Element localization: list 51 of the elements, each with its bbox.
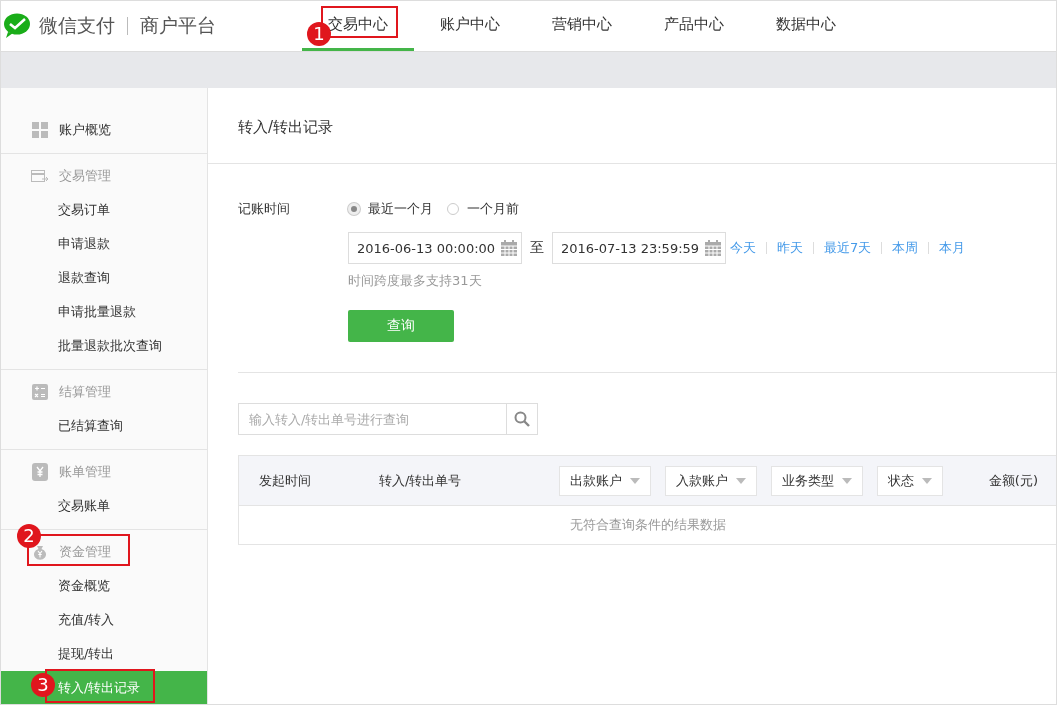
radio-option[interactable]: 最近一个月	[348, 200, 433, 218]
brand-name: 微信支付	[39, 13, 115, 38]
nav-tab[interactable]: 产品中心	[638, 1, 750, 51]
sidebar-item[interactable]: 交易订单	[1, 193, 207, 227]
caret-down-icon	[630, 477, 640, 484]
money-bag-icon	[31, 544, 49, 560]
caret-down-icon	[842, 477, 852, 484]
sidebar-item[interactable]: 交易账单	[1, 489, 207, 523]
filter-dropdown[interactable]: 状态	[877, 465, 943, 496]
sidebar-item[interactable]: 批量退款批次查询	[1, 329, 207, 363]
grid-icon	[31, 122, 49, 138]
range-separator: 至	[530, 239, 544, 257]
calendar-icon	[501, 240, 517, 256]
sidebar-item[interactable]: 账户概览	[1, 113, 207, 147]
filter-dropdown[interactable]: 入款账户	[665, 465, 757, 496]
column-header: 转入/转出单号	[379, 471, 463, 490]
column-header: 金额(元)	[988, 471, 1039, 490]
sidebar-item[interactable]: 已结算查询	[1, 409, 207, 443]
column-header: 发起时间	[259, 471, 312, 490]
sidebar-item[interactable]: 申请退款	[1, 227, 207, 261]
filter-dropdown[interactable]: 出款账户	[559, 465, 651, 496]
card-icon	[31, 170, 49, 182]
sidebar-section-title: 账单管理	[1, 455, 207, 489]
search-button[interactable]	[507, 403, 538, 435]
search-field[interactable]: 输入转入/转出单号进行查询	[238, 403, 507, 435]
sidebar-item[interactable]: 申请批量退款	[1, 295, 207, 329]
yen-bill-icon	[31, 463, 49, 481]
nav-tab[interactable]: 营销中心	[526, 1, 638, 51]
radio-option[interactable]: 一个月前	[447, 200, 519, 218]
page-title: 转入/转出记录	[208, 88, 1056, 164]
empty-message: 无符合查询条件的结果数据	[568, 516, 727, 534]
nav-tab[interactable]: 账户中心	[414, 1, 526, 51]
sidebar-item[interactable]: 提现/转出	[1, 637, 207, 671]
field-label: 记账时间	[238, 200, 291, 218]
filter-dropdown[interactable]: 业务类型	[771, 465, 863, 496]
nav-tab[interactable]: 数据中心	[750, 1, 862, 51]
sidebar-item[interactable]: 资金概览	[1, 569, 207, 603]
calculator-icon	[31, 384, 49, 400]
hint-text: 时间跨度最多支持31天	[348, 272, 483, 290]
date-field[interactable]: 2016-07-13 23:59:59	[552, 232, 726, 264]
calendar-icon	[705, 240, 721, 256]
caret-down-icon	[922, 477, 932, 484]
sidebar-section-title: 交易管理	[1, 159, 207, 193]
platform-name: 商户平台	[140, 13, 216, 38]
sidebar-item[interactable]: 充值/转入	[1, 603, 207, 637]
search-icon	[514, 411, 530, 427]
sidebar-section-title: 结算管理	[1, 375, 207, 409]
date-field[interactable]: 2016-06-13 00:00:00	[348, 232, 522, 264]
sidebar-item[interactable]: 退款查询	[1, 261, 207, 295]
wechat-logo-icon	[3, 13, 33, 39]
caret-down-icon	[736, 477, 746, 484]
